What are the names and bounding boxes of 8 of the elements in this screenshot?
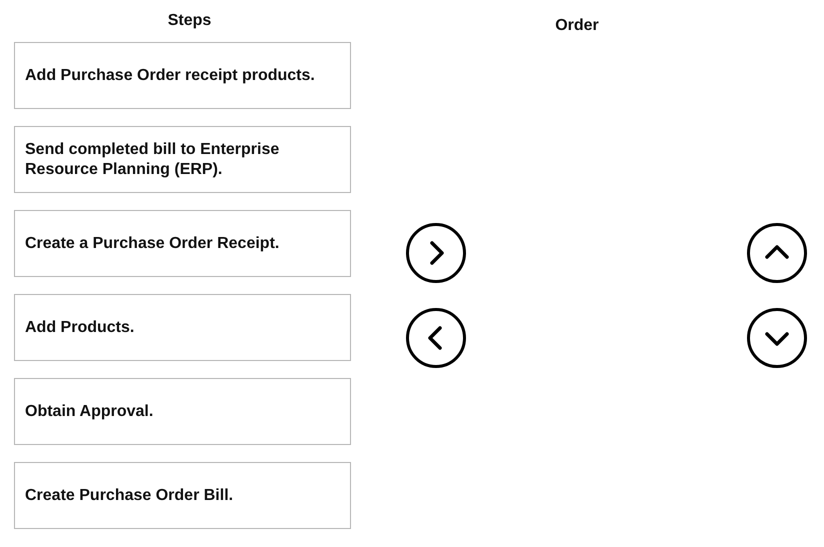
step-card[interactable]: Create a Purchase Order Receipt.	[14, 210, 351, 277]
order-heading: Order	[554, 17, 600, 35]
step-card[interactable]: Add Products.	[14, 294, 351, 361]
step-card[interactable]: Send completed bill to Enterprise Resource Planning (ERP).	[14, 126, 351, 193]
step-card[interactable]: Create Purchase Order Bill.	[14, 462, 351, 529]
step-card[interactable]: Obtain Approval.	[14, 378, 351, 445]
steps-heading: Steps	[166, 12, 212, 30]
step-card[interactable]: Add Purchase Order receipt products.	[14, 42, 351, 109]
